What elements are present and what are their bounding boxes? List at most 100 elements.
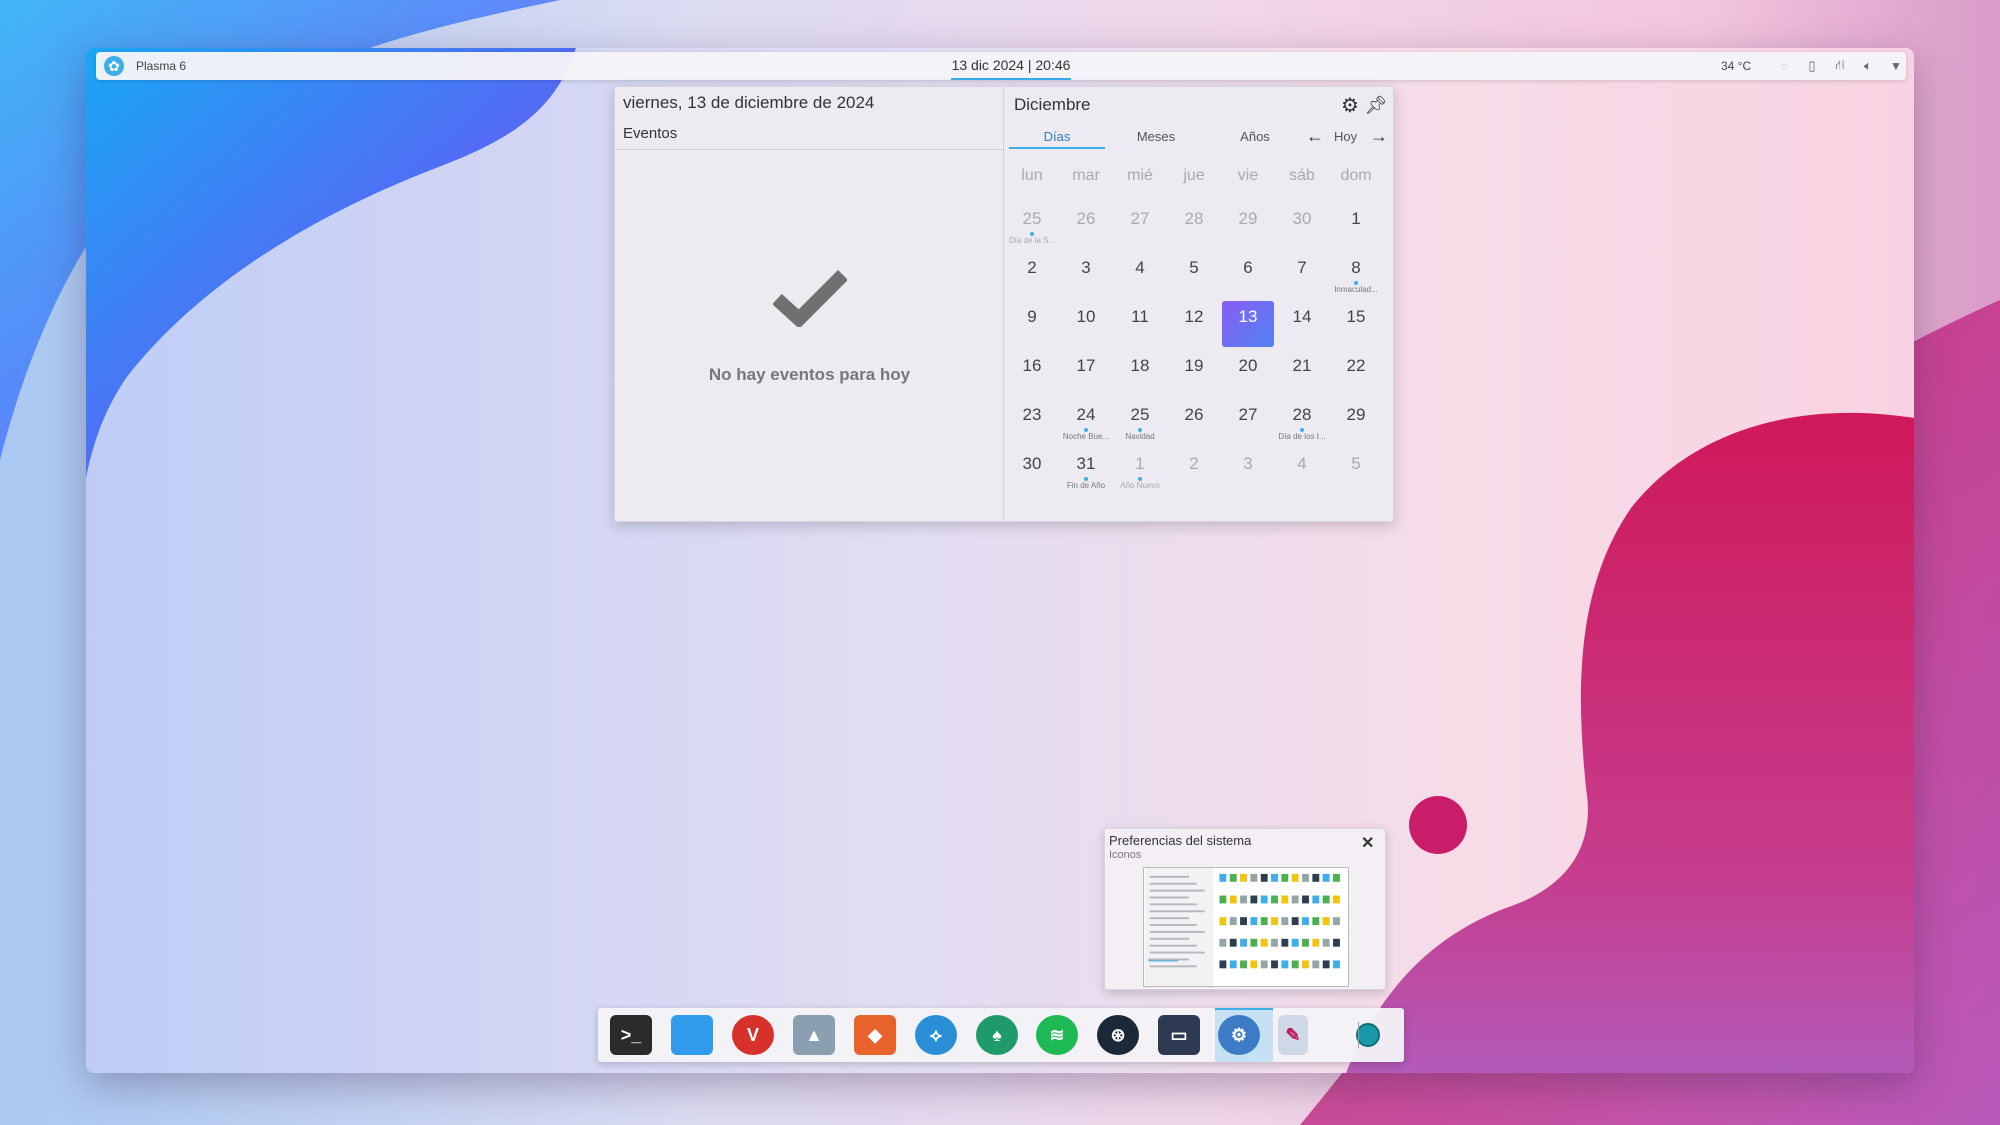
tab-months[interactable]: Meses	[1108, 127, 1204, 149]
day-number: 14	[1292, 307, 1312, 326]
day-cell[interactable]: 28	[1168, 203, 1220, 249]
digital-clock[interactable]: 13 dic 2024 | 20:46	[951, 52, 1071, 80]
day-cell[interactable]: 7	[1276, 252, 1328, 298]
vivaldi-icon[interactable]: V	[732, 1015, 774, 1055]
thumbnail-icon	[1322, 960, 1330, 969]
kdeconnect-icon[interactable]: ⟡	[915, 1015, 957, 1055]
thumbnail-sidebar-line	[1149, 917, 1189, 920]
day-cell[interactable]: 26	[1060, 203, 1112, 249]
steam-icon[interactable]: ⊛	[1097, 1015, 1139, 1055]
thumbnail-icon	[1260, 873, 1268, 882]
status-circle-icon[interactable]	[1356, 1023, 1380, 1047]
color-picker-icon[interactable]: ✎	[1278, 1015, 1308, 1055]
day-cell[interactable]: 2	[1168, 448, 1220, 494]
day-cell[interactable]: 25 Día de la S...	[1006, 203, 1058, 249]
day-cell[interactable]: 27	[1222, 399, 1274, 445]
previous-arrow-icon[interactable]: ←	[1306, 125, 1324, 147]
no-events-message: No hay eventos para hoy	[708, 365, 911, 384]
day-cell[interactable]: 14	[1276, 301, 1328, 347]
day-cell[interactable]: 27	[1114, 203, 1166, 249]
tab-days[interactable]: Días	[1009, 127, 1105, 149]
cassette-icon[interactable]: ▭	[1158, 1015, 1200, 1055]
day-cell[interactable]: 21	[1276, 350, 1328, 396]
gitlab-icon[interactable]: ◆	[854, 1015, 896, 1055]
day-cell[interactable]: 9	[1006, 301, 1058, 347]
day-cell[interactable]: 22	[1330, 350, 1382, 396]
day-number: 9	[1027, 307, 1037, 326]
chevron-down-icon[interactable]: ▼	[1886, 56, 1906, 76]
day-number: 11	[1131, 307, 1149, 326]
inkscape-icon[interactable]: ▲	[793, 1015, 835, 1055]
thumbnail-icon	[1219, 895, 1227, 904]
day-cell[interactable]: 29	[1330, 399, 1382, 445]
day-cell[interactable]: 6	[1222, 252, 1274, 298]
day-cell[interactable]: 19	[1168, 350, 1220, 396]
day-cell[interactable]: 30	[1006, 448, 1058, 494]
spotify-icon[interactable]: ≋	[1036, 1015, 1078, 1055]
volume-icon[interactable]: 🔈︎	[1858, 56, 1878, 76]
thumbnail-icon	[1281, 938, 1289, 947]
window-thumbnail[interactable]	[1143, 867, 1349, 987]
day-cell[interactable]: 5	[1330, 448, 1382, 494]
day-number: 31	[1076, 454, 1096, 473]
thumbnail-icon	[1229, 895, 1237, 904]
thumbnail-icon	[1250, 917, 1258, 926]
day-cell[interactable]: 31 Fin de Año	[1060, 448, 1112, 494]
next-arrow-icon[interactable]: →	[1370, 125, 1388, 147]
day-cell[interactable]: 11	[1114, 301, 1166, 347]
day-cell[interactable]: 1	[1330, 203, 1382, 249]
close-icon[interactable]: ✕	[1361, 833, 1374, 853]
day-cell[interactable]: 26	[1168, 399, 1220, 445]
day-cell[interactable]: 12	[1168, 301, 1220, 347]
thumbnail-icon	[1291, 938, 1299, 947]
day-cell-today[interactable]: 13	[1222, 301, 1274, 347]
holiday-label: Día de los I...	[1278, 432, 1326, 441]
day-cell[interactable]: 24 Noche Bue...	[1060, 399, 1112, 445]
day-cell[interactable]: 15	[1330, 301, 1382, 347]
pin-icon[interactable]: 📌︎	[1364, 93, 1388, 117]
day-cell[interactable]: 16	[1006, 350, 1058, 396]
day-cell[interactable]: 18	[1114, 350, 1166, 396]
kde-logo-icon[interactable]: ✿	[104, 56, 124, 76]
divider	[615, 149, 1004, 150]
day-cell[interactable]: 3	[1222, 448, 1274, 494]
terminal-icon[interactable]: >_	[610, 1015, 652, 1055]
day-cell[interactable]: 25 Navidad	[1114, 399, 1166, 445]
day-cell[interactable]: 4	[1114, 252, 1166, 298]
system-settings-icon[interactable]: ⚙	[1218, 1015, 1260, 1055]
day-cell[interactable]: 28 Día de los I...	[1276, 399, 1328, 445]
clipboard-icon[interactable]: ▯	[1802, 56, 1822, 76]
thumbnail-sidebar-line	[1149, 944, 1197, 947]
day-cell[interactable]: 10	[1060, 301, 1112, 347]
tab-years[interactable]: Años	[1207, 127, 1303, 149]
temperature-readout[interactable]: 34 °C	[1721, 59, 1751, 73]
day-number: 16	[1022, 356, 1042, 375]
thumbnail-icon	[1312, 895, 1320, 904]
day-cell[interactable]: 17	[1060, 350, 1112, 396]
thumbnail-icon	[1229, 938, 1237, 947]
thumbnail-icon	[1302, 873, 1309, 882]
day-cell[interactable]: 23	[1006, 399, 1058, 445]
notifications-icon[interactable]: ○	[1774, 56, 1794, 76]
day-cell[interactable]: 29	[1222, 203, 1274, 249]
thumbnail-icon	[1240, 960, 1247, 969]
today-button[interactable]: Hoy	[1334, 129, 1357, 144]
thumbnail-icon	[1291, 917, 1299, 926]
weekday-label: sáb	[1289, 167, 1315, 184]
day-number: 15	[1346, 307, 1366, 326]
day-cell[interactable]: 2	[1006, 252, 1058, 298]
day-cell[interactable]: 4	[1276, 448, 1328, 494]
day-cell[interactable]: 8 Inmaculad...	[1330, 252, 1382, 298]
thumbnail-icon	[1312, 873, 1320, 882]
thumbnail-icon	[1281, 917, 1289, 926]
day-cell[interactable]: 1 Año Nuevo	[1114, 448, 1166, 494]
day-cell[interactable]: 3	[1060, 252, 1112, 298]
day-number: 18	[1130, 356, 1150, 375]
network-icon[interactable]: ⛙	[1830, 56, 1850, 76]
day-cell[interactable]: 30	[1276, 203, 1328, 249]
gitkraken-icon[interactable]: ♠	[976, 1015, 1018, 1055]
settings-gear-icon[interactable]: ⚙	[1338, 93, 1362, 117]
day-cell[interactable]: 20	[1222, 350, 1274, 396]
files-icon[interactable]	[671, 1015, 713, 1055]
day-cell[interactable]: 5	[1168, 252, 1220, 298]
